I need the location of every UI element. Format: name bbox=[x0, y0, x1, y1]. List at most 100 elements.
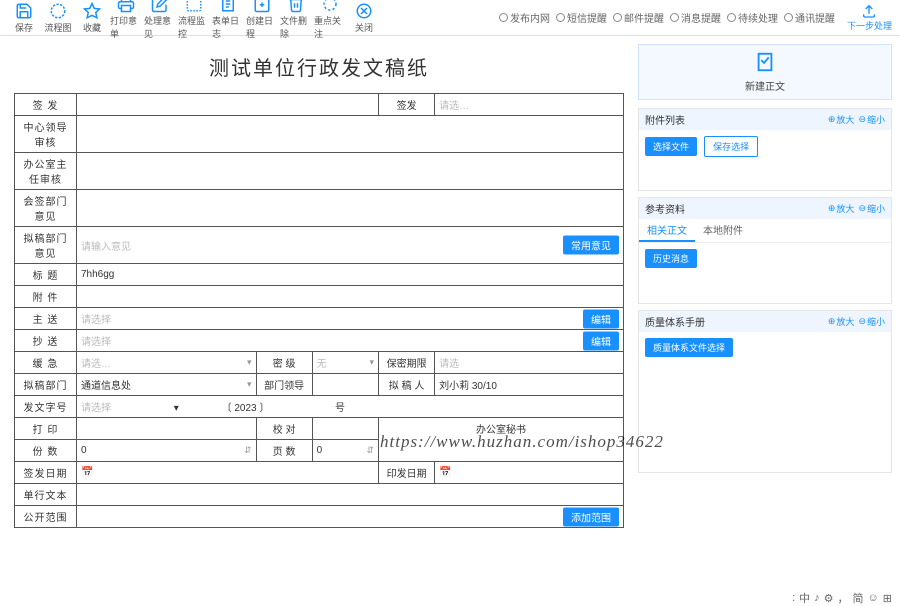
cell-urgency[interactable]: 请选…▾ bbox=[77, 352, 257, 374]
monitor-button[interactable]: 流程监控 bbox=[178, 0, 210, 40]
cell-sign-issue[interactable] bbox=[77, 94, 379, 116]
lbl-public-scope: 公开范围 bbox=[15, 506, 77, 528]
opinion-button[interactable]: 处理意见 bbox=[144, 0, 176, 40]
reference-panel-title: 参考资料 bbox=[645, 201, 824, 216]
radio-publish-intranet[interactable]: 发布内网 bbox=[499, 10, 550, 25]
save-button[interactable]: 保存 bbox=[8, 0, 40, 40]
radio-continue[interactable]: 待续处理 bbox=[727, 10, 778, 25]
cell-print[interactable] bbox=[77, 418, 257, 440]
ime-emoji-icon[interactable]: ☺ bbox=[868, 592, 879, 604]
chevron-down-icon[interactable]: ▾ bbox=[370, 357, 375, 368]
lbl-center-review: 中心领导审核 bbox=[15, 116, 77, 153]
main-send-edit-button[interactable]: 编辑 bbox=[583, 309, 619, 328]
stepper-icon[interactable]: ⇵ bbox=[244, 445, 252, 456]
cell-draft-opinion[interactable]: 请输入意见 常用意见 bbox=[77, 227, 624, 264]
attachment-expand-button[interactable]: ⊕放大 bbox=[828, 113, 855, 126]
chevron-down-icon[interactable]: ▾ bbox=[247, 357, 252, 368]
radio-comm-remind[interactable]: 通讯提醒 bbox=[784, 10, 835, 25]
lbl-title: 标 题 bbox=[15, 264, 77, 286]
cell-cosign[interactable] bbox=[77, 190, 624, 227]
lbl-urgency: 缓 急 bbox=[15, 352, 77, 374]
favorite-button[interactable]: 收藏 bbox=[76, 0, 108, 40]
reference-panel: 参考资料 ⊕放大 ⊖缩小 相关正文 本地附件 历史消息 bbox=[638, 197, 892, 304]
close-button[interactable]: 关闭 bbox=[348, 0, 380, 40]
side-column: 新建正文 附件列表 ⊕放大 ⊖缩小 选择文件 保存选择 参考资料 ⊕放大 ⊖缩小… bbox=[638, 36, 900, 591]
cell-center-review[interactable] bbox=[77, 116, 624, 153]
copy-send-edit-button[interactable]: 编辑 bbox=[583, 331, 619, 350]
reference-expand-button[interactable]: ⊕放大 bbox=[828, 202, 855, 215]
cell-secret[interactable]: 无▾ bbox=[312, 352, 379, 374]
cell-office-review[interactable] bbox=[77, 153, 624, 190]
attachment-panel-title: 附件列表 bbox=[645, 112, 824, 127]
next-step-button[interactable]: 下一步处理 bbox=[847, 3, 892, 32]
history-msg-button[interactable]: 历史消息 bbox=[645, 249, 697, 268]
lbl-copies: 份 数 bbox=[15, 440, 77, 462]
radio-msg-remind[interactable]: 消息提醒 bbox=[670, 10, 721, 25]
cell-attachment[interactable] bbox=[77, 286, 624, 308]
cell-public-scope[interactable]: 添加范围 bbox=[77, 506, 624, 528]
cell-keep-period[interactable]: 请选 bbox=[435, 352, 624, 374]
cell-check[interactable] bbox=[312, 418, 379, 440]
attachment-collapse-button[interactable]: ⊖缩小 bbox=[858, 113, 885, 126]
new-doc-icon bbox=[754, 51, 776, 73]
main-toolbar: 保存 流程图 收藏 打印意单 处理意见 流程监控 表单日志 创建日程 文件删除 … bbox=[0, 0, 900, 36]
print-icon bbox=[117, 0, 135, 13]
ime-mode[interactable]: 简 bbox=[853, 590, 864, 606]
quality-collapse-button[interactable]: ⊖缩小 bbox=[858, 315, 885, 328]
lbl-check: 校 对 bbox=[256, 418, 312, 440]
flow-button[interactable]: 流程图 bbox=[42, 0, 74, 40]
quality-link-button[interactable]: 质量体系文件选择 bbox=[645, 338, 733, 357]
cell-single-text[interactable] bbox=[77, 484, 624, 506]
lbl-draft-dept: 拟稿部门 bbox=[15, 374, 77, 396]
ime-status-bar: :中 ♪ ⚙ ， 简 ☺ ⊞ bbox=[792, 591, 900, 605]
cell-sign-date[interactable]: 📅 bbox=[77, 462, 379, 484]
focus-button[interactable]: 重点关注 bbox=[314, 0, 346, 40]
ime-keyboard-icon[interactable]: ⊞ bbox=[883, 592, 892, 605]
reference-collapse-button[interactable]: ⊖缩小 bbox=[858, 202, 885, 215]
cell-pages[interactable]: 0⇵ bbox=[312, 440, 379, 462]
ime-lang[interactable]: 中 bbox=[799, 590, 810, 606]
tab-local-attach[interactable]: 本地附件 bbox=[695, 219, 751, 242]
cell-dept-leader[interactable] bbox=[312, 374, 379, 396]
tab-related-doc[interactable]: 相关正文 bbox=[639, 219, 695, 242]
print-button[interactable]: 打印意单 bbox=[110, 0, 142, 40]
cell-draft-dept[interactable]: 通道信息处▾ bbox=[77, 374, 257, 396]
calendar-icon[interactable]: 📅 bbox=[81, 467, 93, 478]
log-icon bbox=[219, 0, 237, 13]
cell-doc-number[interactable]: 请选择 ▾ 〔 2023 〕 号 bbox=[77, 396, 624, 418]
form-table: 签 发 签发 请选… 中心领导审核 办公室主任审核 会签部门意见 拟稿部门意见 … bbox=[14, 93, 624, 528]
form-column: 测试单位行政发文稿纸 签 发 签发 请选… 中心领导审核 办公室主任审核 会签部… bbox=[0, 36, 638, 591]
toolbar-right: 发布内网 短信提醒 邮件提醒 消息提醒 待续处理 通讯提醒 下一步处理 bbox=[499, 3, 892, 32]
quality-expand-button[interactable]: ⊕放大 bbox=[828, 315, 855, 328]
chevron-down-icon[interactable]: ▾ bbox=[247, 379, 252, 390]
radio-mail-remind[interactable]: 邮件提醒 bbox=[613, 10, 664, 25]
radio-sms-remind[interactable]: 短信提醒 bbox=[556, 10, 607, 25]
cell-copies[interactable]: 0⇵ bbox=[77, 440, 257, 462]
flow-icon bbox=[49, 2, 67, 20]
body-wrap: 测试单位行政发文稿纸 签 发 签发 请选… 中心领导审核 办公室主任审核 会签部… bbox=[0, 36, 900, 591]
ime-settings-icon[interactable]: ⚙ bbox=[824, 592, 834, 605]
select-file-button[interactable]: 选择文件 bbox=[645, 137, 697, 156]
common-opinion-button[interactable]: 常用意见 bbox=[563, 236, 619, 255]
delete-button[interactable]: 文件删除 bbox=[280, 0, 312, 40]
formlog-button[interactable]: 表单日志 bbox=[212, 0, 244, 40]
lbl-secret: 密 级 bbox=[256, 352, 312, 374]
cell-main-send[interactable]: 请选择编辑 bbox=[77, 308, 624, 330]
add-scope-button[interactable]: 添加范围 bbox=[563, 507, 619, 526]
cell-title[interactable]: 7hh6gg bbox=[77, 264, 624, 286]
new-document-button[interactable]: 新建正文 bbox=[638, 44, 892, 100]
calendar-icon[interactable]: 📅 bbox=[439, 467, 451, 478]
calendar-button[interactable]: 创建日程 bbox=[246, 0, 278, 40]
ime-punct[interactable]: ， bbox=[838, 590, 849, 606]
monitor-icon bbox=[185, 0, 203, 13]
cell-copy-send[interactable]: 请选择编辑 bbox=[77, 330, 624, 352]
quality-panel-title: 质量体系手册 bbox=[645, 314, 824, 329]
ime-sound-icon[interactable]: ♪ bbox=[814, 592, 820, 604]
lbl-draft-person: 拟 稿 人 bbox=[379, 374, 435, 396]
stepper-icon[interactable]: ⇵ bbox=[367, 445, 375, 456]
cell-print-date[interactable]: 📅 bbox=[435, 462, 624, 484]
cell-sign-issue-right[interactable]: 请选… bbox=[435, 94, 624, 116]
lbl-print-date: 印发日期 bbox=[379, 462, 435, 484]
save-file-button[interactable]: 保存选择 bbox=[704, 136, 758, 157]
attachment-panel: 附件列表 ⊕放大 ⊖缩小 选择文件 保存选择 bbox=[638, 108, 892, 191]
